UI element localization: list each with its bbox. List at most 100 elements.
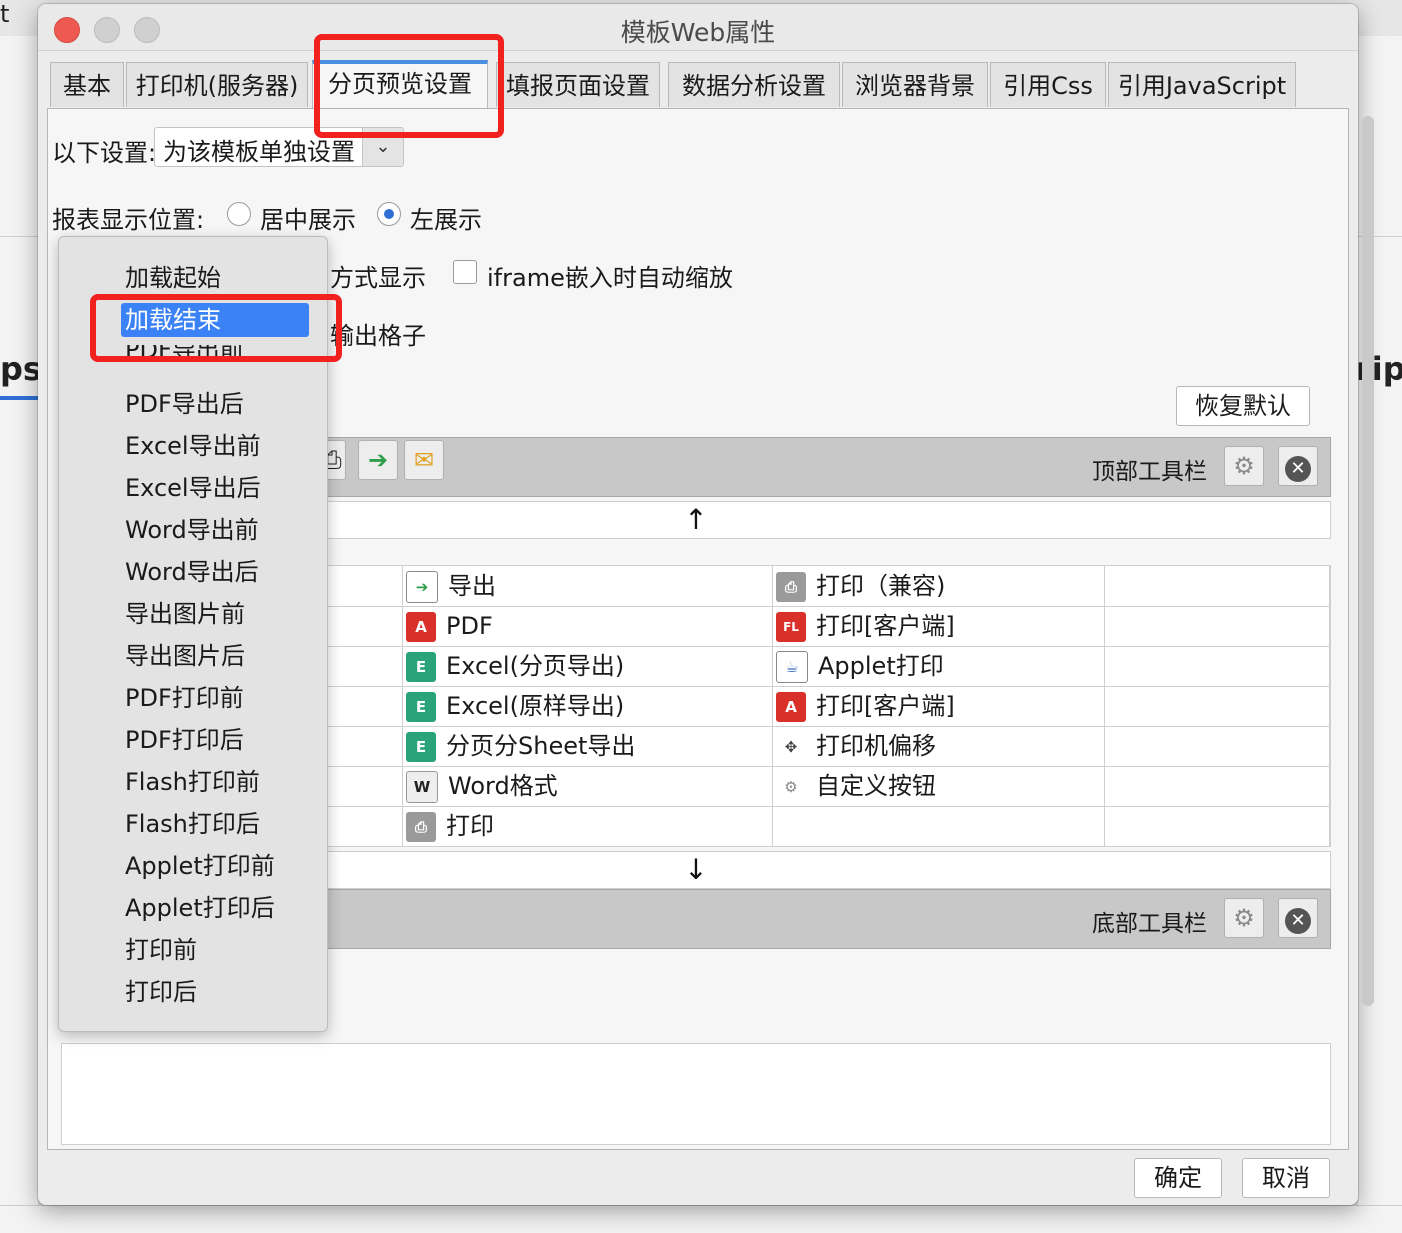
menu-item-flash-print-before[interactable]: Flash打印前 bbox=[125, 765, 260, 799]
grid-item-label: Applet打印 bbox=[818, 652, 944, 680]
position-label: 报表显示位置: bbox=[52, 206, 205, 234]
excel-icon: E bbox=[406, 652, 436, 682]
grid-item-label: 打印[客户端] bbox=[816, 612, 955, 640]
grid-item-label: 导出 bbox=[448, 572, 496, 600]
grid-item-label: 打印[客户端] bbox=[816, 692, 955, 720]
export-icon: ➔ bbox=[406, 571, 438, 603]
radio-center[interactable] bbox=[227, 202, 251, 226]
grid-item-print-client-pdf[interactable]: A 打印[客户端] bbox=[772, 686, 1105, 727]
background-left-pane bbox=[0, 36, 38, 1232]
grid-item-export[interactable]: ➔ 导出 bbox=[402, 566, 773, 607]
menu-item-word-export-before[interactable]: Word导出前 bbox=[125, 513, 259, 547]
annotation-box-menu-item bbox=[90, 294, 342, 362]
grid-item-label: Word格式 bbox=[448, 772, 558, 800]
menu-item-image-export-after[interactable]: 导出图片后 bbox=[125, 639, 245, 673]
output-cell-label: 输出格子 bbox=[330, 322, 426, 350]
scrollbar-thumb[interactable] bbox=[1362, 116, 1374, 1006]
menu-item-pdf-export-after[interactable]: PDF导出后 bbox=[125, 387, 244, 421]
grid-item-print[interactable]: ⎙ 打印 bbox=[402, 806, 773, 847]
grid-item-label: Excel(原样导出) bbox=[446, 692, 625, 720]
gear-icon: ⚙ bbox=[776, 772, 806, 802]
menu-item-excel-export-before[interactable]: Excel导出前 bbox=[125, 429, 261, 463]
tab-css[interactable]: 引用Css bbox=[990, 62, 1106, 107]
menu-item-pdf-print-after[interactable]: PDF打印后 bbox=[125, 723, 244, 757]
printer-icon: ⎙ bbox=[776, 572, 806, 602]
word-icon: W bbox=[406, 771, 438, 803]
grid-cell-empty bbox=[772, 806, 1105, 847]
menu-item-image-export-before[interactable]: 导出图片前 bbox=[125, 597, 245, 631]
window-title: 模板Web属性 bbox=[620, 18, 776, 47]
flash-icon: FL bbox=[776, 612, 806, 642]
script-editor-area[interactable] bbox=[61, 1043, 1331, 1145]
close-icon[interactable]: ✕ bbox=[1278, 446, 1318, 486]
grid-item-label: 打印（兼容) bbox=[816, 572, 946, 600]
ok-button[interactable]: 确定 bbox=[1134, 1158, 1222, 1198]
grid-item-sheet-export[interactable]: E 分页分Sheet导出 bbox=[402, 726, 773, 767]
grid-item-print-compatible[interactable]: ⎙ 打印（兼容) bbox=[772, 566, 1105, 607]
background-bottom bbox=[0, 1205, 1402, 1233]
radio-left[interactable] bbox=[377, 202, 401, 226]
grid-item-label: 分页分Sheet导出 bbox=[446, 732, 636, 760]
gear-icon[interactable]: ⚙ bbox=[1224, 898, 1264, 938]
top-toolbar-label: 顶部工具栏 bbox=[1092, 459, 1207, 485]
cancel-button[interactable]: 取消 bbox=[1242, 1158, 1330, 1198]
grid-item-label: Excel(分页导出) bbox=[446, 652, 625, 680]
grid-item-label: 自定义按钮 bbox=[816, 772, 936, 800]
tab-data-analysis[interactable]: 数据分析设置 bbox=[668, 62, 840, 107]
menu-item-applet-print-before[interactable]: Applet打印前 bbox=[125, 849, 275, 883]
grid-item-printer-offset[interactable]: ✥ 打印机偏移 bbox=[772, 726, 1105, 767]
iframe-autoscale-label: iframe嵌入时自动缩放 bbox=[487, 264, 733, 292]
menu-item-flash-print-after[interactable]: Flash打印后 bbox=[125, 807, 260, 841]
export-icon[interactable]: ➔ bbox=[358, 440, 398, 480]
tab-fill-page[interactable]: 填报页面设置 bbox=[496, 62, 660, 107]
menu-item-print-after[interactable]: 打印后 bbox=[125, 975, 197, 1009]
menu-item-excel-export-after[interactable]: Excel导出后 bbox=[125, 471, 261, 505]
title-bar: 模板Web属性 bbox=[38, 4, 1358, 51]
grid-item-pdf[interactable]: A PDF bbox=[402, 606, 773, 647]
menu-item-word-export-after[interactable]: Word导出后 bbox=[125, 555, 259, 589]
grid-item-word[interactable]: W Word格式 bbox=[402, 766, 773, 807]
radio-left-label: 左展示 bbox=[410, 206, 482, 234]
grid-cell-empty bbox=[1104, 726, 1330, 767]
printer-icon: ⎙ bbox=[406, 812, 436, 842]
menu-item-load-start[interactable]: 加载起始 bbox=[125, 261, 221, 295]
grid-cell-empty bbox=[1104, 686, 1330, 727]
restore-default-button[interactable]: 恢复默认 bbox=[1176, 386, 1310, 426]
close-icon[interactable]: ✕ bbox=[1278, 898, 1318, 938]
tab-browser-background[interactable]: 浏览器背景 bbox=[842, 62, 988, 107]
background-accent bbox=[0, 396, 38, 400]
background-text-top: t bbox=[0, 0, 10, 28]
annotation-box-tab bbox=[314, 34, 504, 138]
iframe-autoscale-checkbox[interactable] bbox=[453, 260, 477, 284]
email-icon[interactable]: ✉ bbox=[404, 440, 444, 480]
menu-item-applet-print-after[interactable]: Applet打印后 bbox=[125, 891, 275, 925]
scope-label: 以下设置: bbox=[52, 139, 157, 167]
grid-cell-empty bbox=[1104, 566, 1330, 607]
grid-item-label: 打印机偏移 bbox=[816, 732, 936, 760]
tab-basic[interactable]: 基本 bbox=[50, 62, 124, 107]
menu-item-print-before[interactable]: 打印前 bbox=[125, 933, 197, 967]
grid-item-label: 打印 bbox=[446, 812, 494, 840]
gear-icon[interactable]: ⚙ bbox=[1224, 446, 1264, 486]
menu-item-pdf-print-before[interactable]: PDF打印前 bbox=[125, 681, 244, 715]
grid-item-applet-print[interactable]: ☕ Applet打印 bbox=[772, 646, 1105, 687]
grid-item-print-client-flash[interactable]: FL 打印[客户端] bbox=[772, 606, 1105, 647]
grid-item-custom-button[interactable]: ⚙ 自定义按钮 bbox=[772, 766, 1105, 807]
excel-icon: E bbox=[406, 692, 436, 722]
tab-javascript[interactable]: 引用JavaScript bbox=[1108, 62, 1296, 107]
grid-cell-empty bbox=[1104, 646, 1330, 687]
grid-item-excel-original[interactable]: E Excel(原样导出) bbox=[402, 686, 773, 727]
pdf-icon: A bbox=[406, 612, 436, 642]
background-line bbox=[0, 236, 38, 237]
java-icon: ☕ bbox=[776, 651, 808, 683]
pdf-icon: A bbox=[776, 692, 806, 722]
grid-cell-empty bbox=[1104, 806, 1330, 847]
grid-item-excel-paged[interactable]: E Excel(分页导出) bbox=[402, 646, 773, 687]
radio-center-label: 居中展示 bbox=[260, 206, 356, 234]
tab-printer-server[interactable]: 打印机(服务器) bbox=[126, 62, 308, 107]
grid-item-label: PDF bbox=[446, 612, 493, 640]
content-scrollbar[interactable] bbox=[1360, 116, 1376, 1006]
move-icon: ✥ bbox=[776, 732, 806, 762]
grid-cell-empty bbox=[1104, 606, 1330, 647]
excel-icon: E bbox=[406, 732, 436, 762]
